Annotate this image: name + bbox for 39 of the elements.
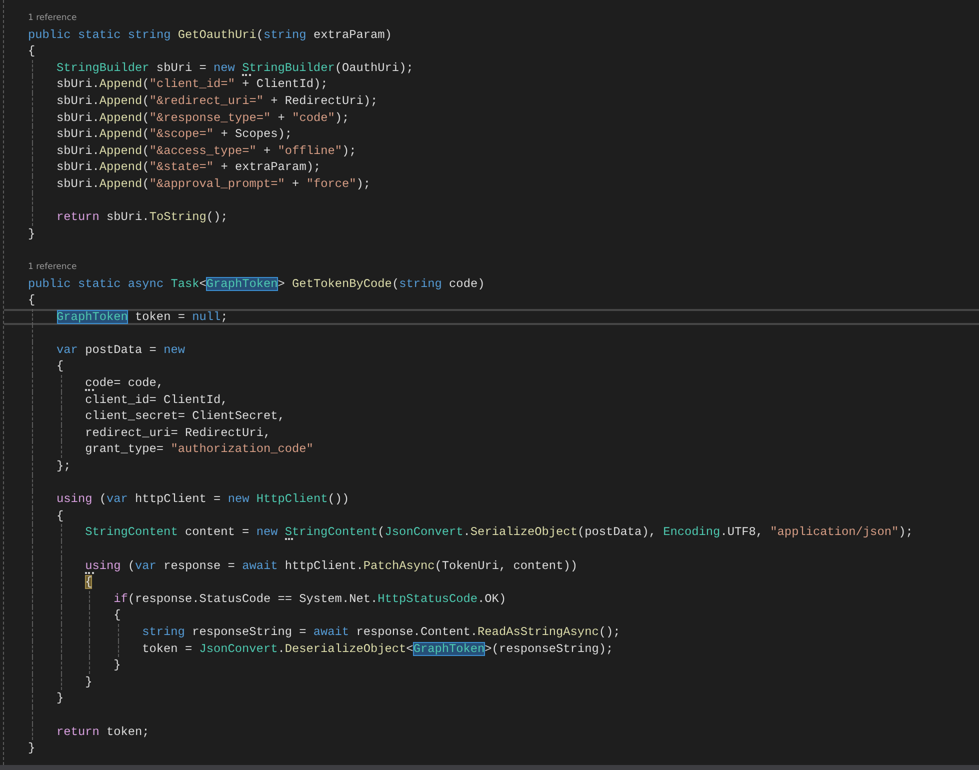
code-line: using (var response = await httpClient.PatchAsync(TokenUri, content)): [85, 558, 578, 574]
code-line: sbUri.Append("&redirect_uri=" + RedirectUri);: [56, 92, 378, 110]
code-line: public static async Task<GraphToken> GetTokenByCode(string code): [28, 276, 485, 292]
code-line: code= code,: [85, 375, 164, 392]
code-line: }: [28, 226, 36, 242]
code-line: sbUri.Append("&response_type=" + "code");: [56, 110, 350, 126]
code-line: sbUri.Append("&approval_prompt=" + "force");: [56, 176, 371, 193]
code-line: {: [28, 43, 36, 60]
code-line: return sbUri.ToString();: [56, 209, 228, 226]
code-line: client_id= ClientId,: [85, 392, 228, 408]
code-line: sbUri.Append("&state=" + extraParam);: [56, 159, 321, 176]
codelens-reference-link[interactable]: 1 reference: [28, 10, 77, 27]
code-line: {: [28, 292, 36, 309]
code-line: if(response.StatusCode == System.Net.HttpStatusCode.OK): [114, 590, 506, 608]
code-line: public static string GetOauthUri(string extraParam): [28, 26, 392, 44]
code-line: {: [56, 358, 64, 376]
code-line: string responseString = await response.Content.ReadAsStringAsync();: [142, 624, 620, 641]
code-line: client_secret= ClientSecret,: [85, 408, 285, 425]
code-line: }: [56, 690, 64, 707]
code-line: }: [85, 674, 92, 690]
code-line: grant_type= "authorization_code": [85, 441, 314, 458]
code-line: token = JsonConvert.DeserializeObject<GraphToken>(responseString);: [142, 640, 614, 658]
code-line: StringContent content = new StringContent(JsonConvert.SerializeObject(postData), Encoding.UTF8, "application/json");: [85, 524, 913, 541]
code-line: {: [56, 508, 64, 524]
scrollbar-track[interactable]: [0, 765, 979, 770]
code-line: var postData = new: [56, 342, 185, 358]
code-line: using (var httpClient = new HttpClient()): [56, 491, 350, 508]
code-line: sbUri.Append("&scope=" + Scopes);: [56, 126, 292, 143]
code-line: {: [114, 607, 121, 624]
codelens-reference-link[interactable]: 1 reference: [28, 258, 77, 276]
code-line: return token;: [56, 724, 150, 740]
code-line: sbUri.Append("&access_type=" + "offline");: [56, 142, 356, 160]
code-editor[interactable]: [3, 0, 979, 765]
code-line: };: [56, 458, 71, 475]
code-line: }: [28, 740, 36, 757]
code-line: }: [114, 657, 121, 674]
code-line: redirect_uri= RedirectUri,: [85, 424, 271, 442]
code-line: sbUri.Append("client_id=" + ClientId);: [56, 76, 328, 93]
code-line: StringBuilder sbUri = new StringBuilder(OauthUri);: [56, 60, 414, 76]
